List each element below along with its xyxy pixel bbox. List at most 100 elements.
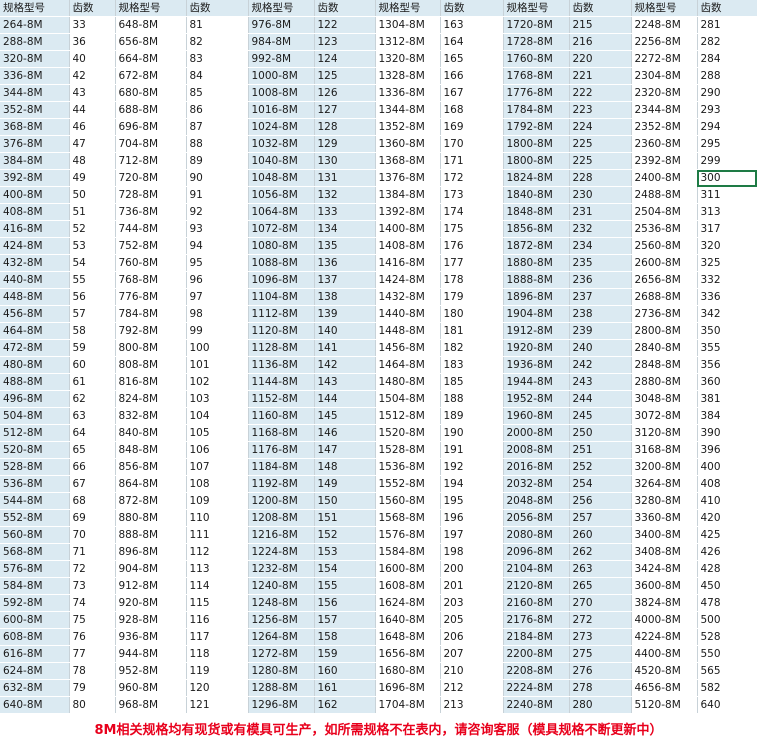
spec-cell[interactable]: 1848-8M: [503, 203, 570, 221]
spec-cell[interactable]: 1008-8M: [248, 84, 315, 102]
spec-cell[interactable]: 832-8M: [115, 407, 187, 425]
spec-cell[interactable]: 720-8M: [115, 169, 187, 187]
spec-cell[interactable]: 1168-8M: [248, 424, 315, 442]
spec-cell[interactable]: 456-8M: [0, 305, 70, 323]
teeth-cell[interactable]: 342: [697, 305, 757, 323]
spec-cell[interactable]: 1312-8M: [375, 33, 441, 51]
teeth-cell[interactable]: 275: [569, 645, 632, 663]
spec-cell[interactable]: 1392-8M: [375, 203, 441, 221]
teeth-cell[interactable]: 71: [69, 543, 116, 561]
spec-cell[interactable]: 488-8M: [0, 373, 70, 391]
spec-cell[interactable]: 2080-8M: [503, 526, 570, 544]
teeth-cell[interactable]: 101: [186, 356, 249, 374]
spec-cell[interactable]: 800-8M: [115, 339, 187, 357]
spec-cell[interactable]: 1800-8M: [503, 152, 570, 170]
spec-cell[interactable]: 1360-8M: [375, 135, 441, 153]
teeth-cell[interactable]: 113: [186, 560, 249, 578]
teeth-cell[interactable]: 171: [440, 152, 504, 170]
teeth-cell[interactable]: 52: [69, 220, 116, 238]
spec-cell[interactable]: 1104-8M: [248, 288, 315, 306]
teeth-cell[interactable]: 166: [440, 67, 504, 85]
teeth-cell[interactable]: 105: [186, 424, 249, 442]
spec-cell[interactable]: 2240-8M: [503, 696, 570, 714]
spec-cell[interactable]: 2104-8M: [503, 560, 570, 578]
teeth-cell[interactable]: 450: [697, 577, 757, 595]
teeth-cell[interactable]: 91: [186, 186, 249, 204]
spec-cell[interactable]: 2176-8M: [503, 611, 570, 629]
teeth-cell[interactable]: 420: [697, 509, 757, 527]
spec-cell[interactable]: 520-8M: [0, 441, 70, 459]
spec-cell[interactable]: 1888-8M: [503, 271, 570, 289]
teeth-cell[interactable]: 152: [314, 526, 376, 544]
teeth-cell[interactable]: 278: [569, 679, 632, 697]
teeth-cell[interactable]: 139: [314, 305, 376, 323]
spec-cell[interactable]: 1872-8M: [503, 237, 570, 255]
teeth-cell[interactable]: 86: [186, 101, 249, 119]
teeth-cell[interactable]: 179: [440, 288, 504, 306]
spec-cell[interactable]: 2184-8M: [503, 628, 570, 646]
teeth-cell[interactable]: 83: [186, 50, 249, 68]
spec-cell[interactable]: 1064-8M: [248, 203, 315, 221]
teeth-cell[interactable]: 294: [697, 118, 757, 136]
teeth-cell[interactable]: 60: [69, 356, 116, 374]
teeth-cell[interactable]: 143: [314, 373, 376, 391]
spec-cell[interactable]: 3264-8M: [631, 475, 698, 493]
teeth-cell[interactable]: 181: [440, 322, 504, 340]
spec-cell[interactable]: 528-8M: [0, 458, 70, 476]
spec-cell[interactable]: 2360-8M: [631, 135, 698, 153]
spec-cell[interactable]: 920-8M: [115, 594, 187, 612]
spec-cell[interactable]: 2344-8M: [631, 101, 698, 119]
spec-cell[interactable]: 584-8M: [0, 577, 70, 595]
teeth-cell[interactable]: 400: [697, 458, 757, 476]
teeth-cell[interactable]: 582: [697, 679, 757, 697]
header-teeth[interactable]: 齿数: [697, 0, 757, 17]
spec-cell[interactable]: 1656-8M: [375, 645, 441, 663]
spec-cell[interactable]: 2200-8M: [503, 645, 570, 663]
teeth-cell[interactable]: 122: [314, 16, 376, 34]
teeth-cell[interactable]: 53: [69, 237, 116, 255]
teeth-cell[interactable]: 243: [569, 373, 632, 391]
spec-cell[interactable]: 376-8M: [0, 135, 70, 153]
spec-cell[interactable]: 416-8M: [0, 220, 70, 238]
teeth-cell[interactable]: 132: [314, 186, 376, 204]
teeth-cell[interactable]: 500: [697, 611, 757, 629]
spec-cell[interactable]: 480-8M: [0, 356, 70, 374]
spec-cell[interactable]: 904-8M: [115, 560, 187, 578]
spec-cell[interactable]: 1904-8M: [503, 305, 570, 323]
spec-cell[interactable]: 840-8M: [115, 424, 187, 442]
spec-cell[interactable]: 3600-8M: [631, 577, 698, 595]
spec-cell[interactable]: 2304-8M: [631, 67, 698, 85]
spec-cell[interactable]: 1032-8M: [248, 135, 315, 153]
spec-cell[interactable]: 3424-8M: [631, 560, 698, 578]
teeth-cell[interactable]: 216: [569, 33, 632, 51]
spec-cell[interactable]: 1376-8M: [375, 169, 441, 187]
teeth-cell[interactable]: 77: [69, 645, 116, 663]
teeth-cell[interactable]: 231: [569, 203, 632, 221]
spec-cell[interactable]: 3360-8M: [631, 509, 698, 527]
spec-cell[interactable]: 1200-8M: [248, 492, 315, 510]
teeth-cell[interactable]: 145: [314, 407, 376, 425]
teeth-cell[interactable]: 381: [697, 390, 757, 408]
teeth-cell[interactable]: 251: [569, 441, 632, 459]
spec-cell[interactable]: 2016-8M: [503, 458, 570, 476]
teeth-cell[interactable]: 78: [69, 662, 116, 680]
teeth-cell[interactable]: 201: [440, 577, 504, 595]
spec-cell[interactable]: 1456-8M: [375, 339, 441, 357]
teeth-cell[interactable]: 104: [186, 407, 249, 425]
teeth-cell[interactable]: 157: [314, 611, 376, 629]
spec-cell[interactable]: 448-8M: [0, 288, 70, 306]
teeth-cell[interactable]: 99: [186, 322, 249, 340]
spec-cell[interactable]: 1016-8M: [248, 101, 315, 119]
spec-cell[interactable]: 1040-8M: [248, 152, 315, 170]
teeth-cell[interactable]: 350: [697, 322, 757, 340]
spec-cell[interactable]: 768-8M: [115, 271, 187, 289]
spec-cell[interactable]: 664-8M: [115, 50, 187, 68]
teeth-cell[interactable]: 116: [186, 611, 249, 629]
spec-cell[interactable]: 1352-8M: [375, 118, 441, 136]
spec-cell[interactable]: 1464-8M: [375, 356, 441, 374]
teeth-cell[interactable]: 151: [314, 509, 376, 527]
teeth-cell[interactable]: 85: [186, 84, 249, 102]
spec-cell[interactable]: 2392-8M: [631, 152, 698, 170]
header-teeth[interactable]: 齿数: [440, 0, 504, 17]
teeth-cell[interactable]: 111: [186, 526, 249, 544]
